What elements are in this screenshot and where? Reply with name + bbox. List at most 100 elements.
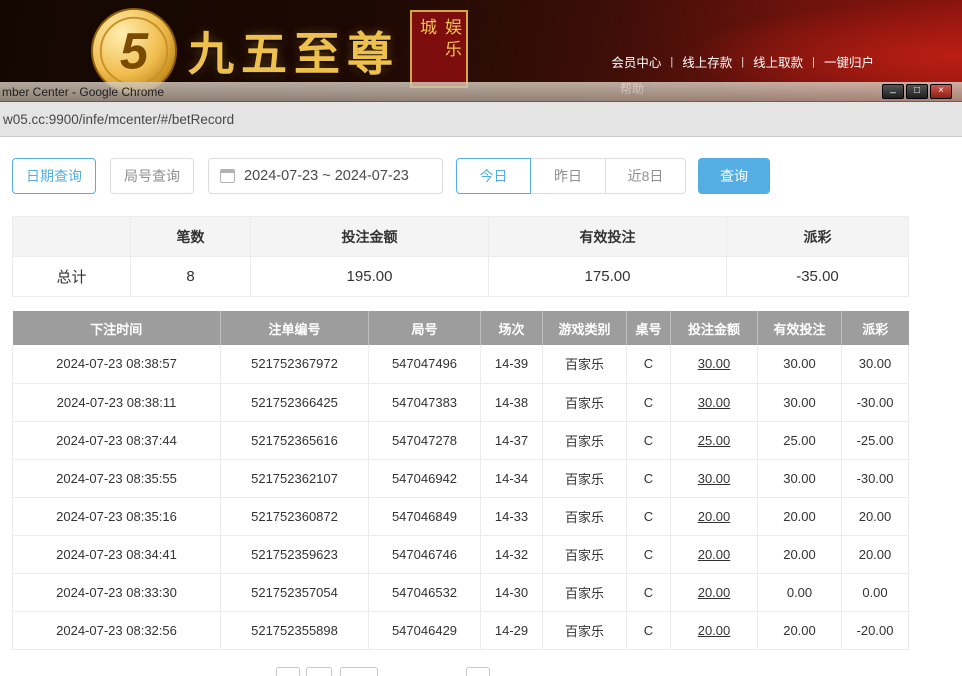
url-text[interactable]: w05.cc:9900/infe/mcenter/#/betRecord [3,112,234,127]
order-no-cell: 521752365616 [221,421,369,459]
browser-titlebar[interactable]: mber Center - Google Chrome _ □ × [0,82,962,102]
round-no-cell: 547047496 [369,345,481,383]
order-no-cell: 521752366425 [221,383,369,421]
bet-time-cell: 2024-07-23 08:33:30 [13,573,221,611]
table-row: 2024-07-23 08:38:11 521752366425 5470473… [13,383,909,421]
table-row: 2024-07-23 08:32:56 521752355898 5470464… [13,611,909,649]
round-query-tab[interactable]: 局号查询 [110,158,194,194]
header-bet-time: 下注时间 [13,311,221,345]
nav-one-key-transfer[interactable]: 一键归户 [824,52,874,71]
table-row: 2024-07-23 08:33:30 521752357054 5470465… [13,573,909,611]
summary-count: 8 [131,257,251,297]
round-no-cell: 547047383 [369,383,481,421]
nav-online-withdraw[interactable]: 线上取款 [753,52,803,71]
summary-valid-bet: 175.00 [489,257,727,297]
valid-bet-cell: 20.00 [758,611,842,649]
bet-amount-link[interactable]: 30.00 [671,459,758,497]
maximize-button[interactable]: □ [906,84,928,99]
site-title: 九五至尊 [188,18,400,84]
game-type-cell: 百家乐 [543,535,627,573]
round-no-cell: 547046849 [369,497,481,535]
valid-bet-cell: 30.00 [758,345,842,383]
today-button[interactable]: 今日 [456,158,531,194]
payout-cell: 30.00 [842,345,909,383]
valid-bet-cell: 30.00 [758,383,842,421]
payout-cell: -30.00 [842,459,909,497]
order-no-cell: 521752357054 [221,573,369,611]
summary-header-bet-amount: 投注金额 [251,217,489,257]
bet-amount-link[interactable]: 25.00 [671,421,758,459]
game-type-cell: 百家乐 [543,345,627,383]
coin-digit: 5 [120,23,149,80]
filter-bar: 日期查询 局号查询 2024-07-23 ~ 2024-07-23 今日 昨日 … [12,158,770,194]
pagination-jump-button[interactable] [466,667,490,676]
date-query-tab[interactable]: 日期查询 [12,158,96,194]
session-cell: 14-29 [481,611,543,649]
session-cell: 14-38 [481,383,543,421]
close-button[interactable]: × [930,84,952,99]
game-type-cell: 百家乐 [543,383,627,421]
session-cell: 14-37 [481,421,543,459]
bet-amount-link[interactable]: 20.00 [671,573,758,611]
table-no-cell: C [627,497,671,535]
pagination-next-button[interactable] [340,667,378,676]
order-no-cell: 521752367972 [221,345,369,383]
bet-time-cell: 2024-07-23 08:35:55 [13,459,221,497]
pagination-page-button[interactable] [306,667,332,676]
quick-range-group: 今日 昨日 近8日 [456,158,686,194]
window-controls: _ □ × [882,84,952,99]
summary-header-count: 笔数 [131,217,251,257]
summary-header-blank [13,217,131,257]
valid-bet-cell: 0.00 [758,573,842,611]
nav-separator: | [812,56,815,68]
payout-cell: 0.00 [842,573,909,611]
minimize-button[interactable]: _ [882,84,904,99]
order-no-cell: 521752355898 [221,611,369,649]
search-button[interactable]: 查询 [698,158,770,194]
nav-separator: | [741,56,744,68]
header-table-no: 桌号 [627,311,671,345]
summary-header-payout: 派彩 [727,217,909,257]
yesterday-button[interactable]: 昨日 [530,158,606,194]
bet-amount-link[interactable]: 30.00 [671,383,758,421]
bet-amount-link[interactable]: 30.00 [671,345,758,383]
top-nav: 会员中心 | 线上存款 | 线上取款 | 一键归户 [611,52,874,71]
payout-cell: 20.00 [842,497,909,535]
header-round-no: 局号 [369,311,481,345]
valid-bet-cell: 30.00 [758,459,842,497]
round-no-cell: 547046532 [369,573,481,611]
bet-amount-link[interactable]: 20.00 [671,611,758,649]
table-row: 2024-07-23 08:34:41 521752359623 5470467… [13,535,909,573]
calendar-icon [220,169,235,183]
table-no-cell: C [627,383,671,421]
table-no-cell: C [627,345,671,383]
order-no-cell: 521752360872 [221,497,369,535]
bet-time-cell: 2024-07-23 08:34:41 [13,535,221,573]
table-row: 2024-07-23 08:38:57 521752367972 5470474… [13,345,909,383]
round-no-cell: 547046942 [369,459,481,497]
game-type-cell: 百家乐 [543,497,627,535]
pagination-prev-button[interactable] [276,667,300,676]
bet-records-table: 下注时间 注单编号 局号 场次 游戏类别 桌号 投注金额 有效投注 派彩 202… [12,311,909,650]
browser-urlbar[interactable]: w05.cc:9900/infe/mcenter/#/betRecord [0,102,962,137]
last-8-days-button[interactable]: 近8日 [605,158,686,194]
session-cell: 14-39 [481,345,543,383]
payout-cell: 20.00 [842,535,909,573]
round-no-cell: 547047278 [369,421,481,459]
bet-amount-link[interactable]: 20.00 [671,497,758,535]
bet-table-header-row: 下注时间 注单编号 局号 场次 游戏类别 桌号 投注金额 有效投注 派彩 [13,311,909,345]
table-no-cell: C [627,611,671,649]
bet-time-cell: 2024-07-23 08:38:57 [13,345,221,383]
summary-total-row: 总计 8 195.00 175.00 -35.00 [13,257,909,297]
date-range-picker[interactable]: 2024-07-23 ~ 2024-07-23 [208,158,443,194]
nav-member-center[interactable]: 会员中心 [611,52,661,71]
bet-time-cell: 2024-07-23 08:35:16 [13,497,221,535]
bet-amount-link[interactable]: 20.00 [671,535,758,573]
summary-header-row: 笔数 投注金额 有效投注 派彩 [13,217,909,257]
nav-online-deposit[interactable]: 线上存款 [682,52,732,71]
valid-bet-cell: 25.00 [758,421,842,459]
window-title: mber Center - Google Chrome [2,85,164,99]
game-type-cell: 百家乐 [543,459,627,497]
summary-payout: -35.00 [727,257,909,297]
round-no-cell: 547046746 [369,535,481,573]
